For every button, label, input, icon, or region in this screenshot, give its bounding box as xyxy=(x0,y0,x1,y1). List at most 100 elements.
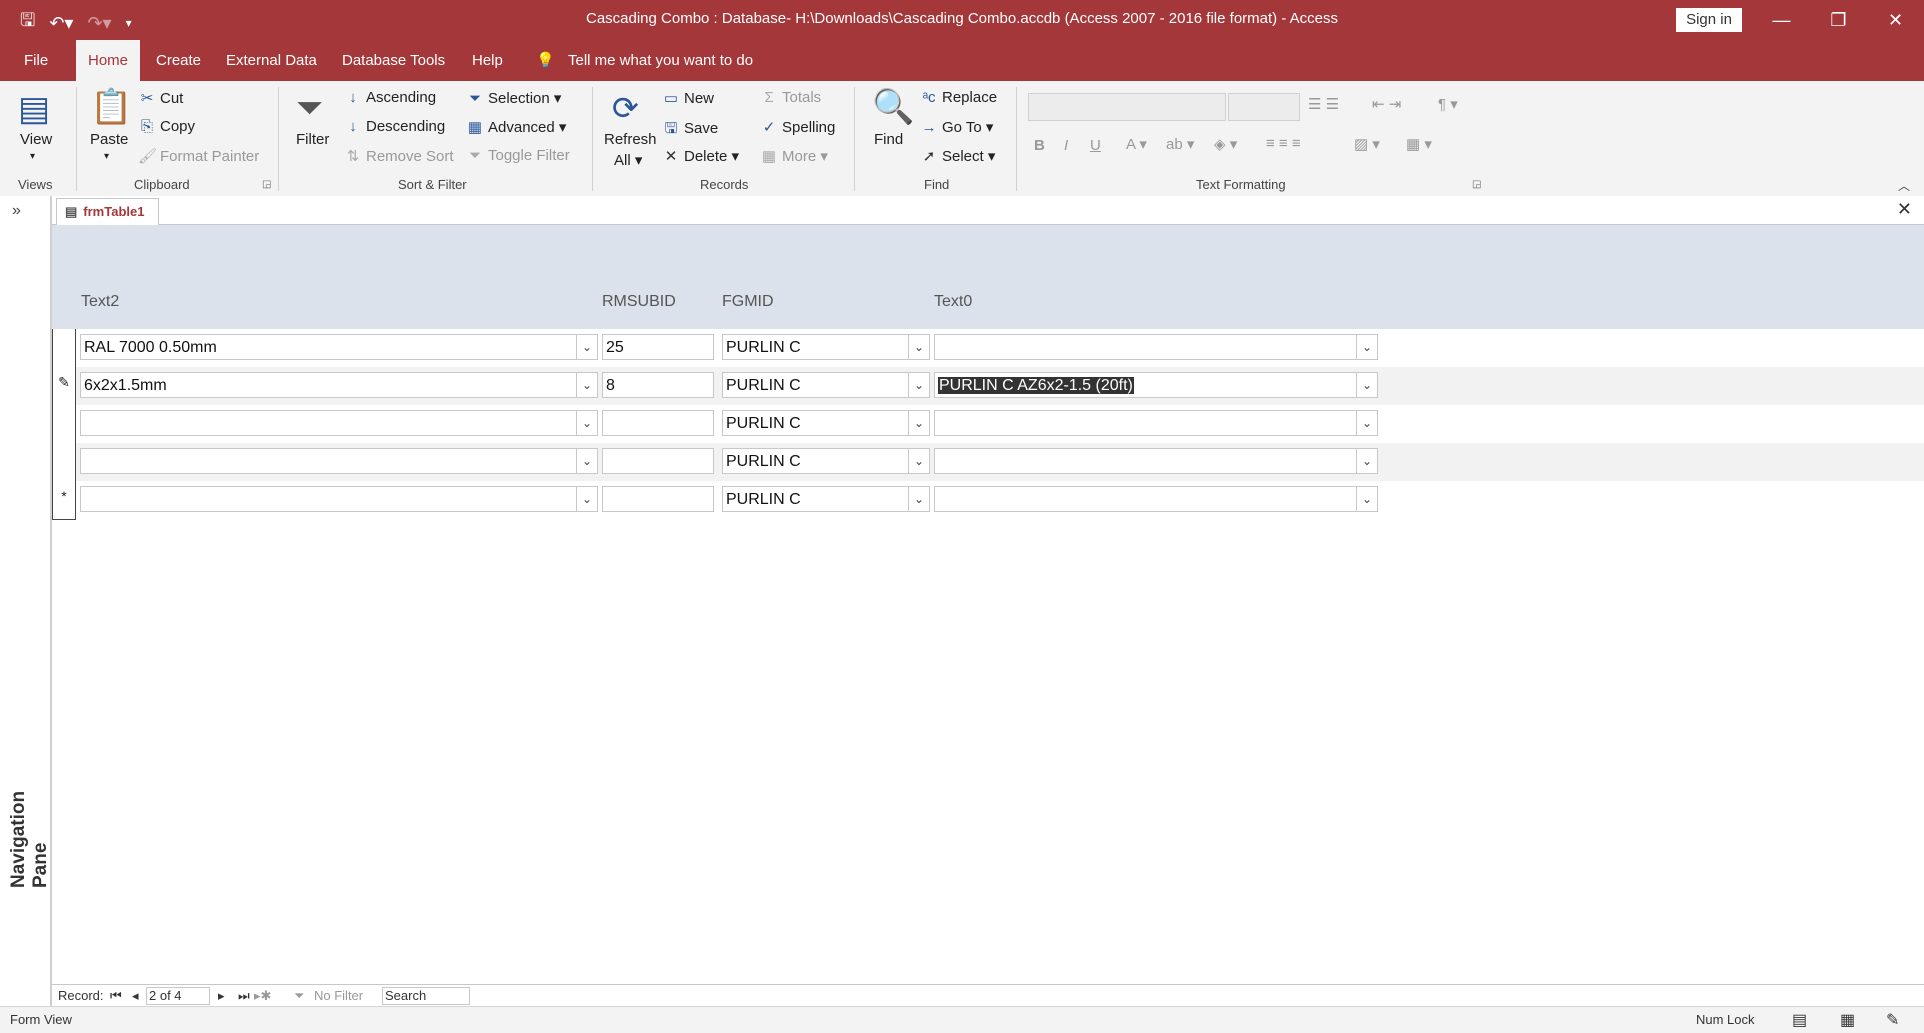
gridlines-icon[interactable]: ▦ ▾ xyxy=(1406,135,1432,153)
chevron-down-icon[interactable]: ⌄ xyxy=(908,373,929,397)
text0-combo[interactable]: ⌄ xyxy=(934,486,1378,512)
bold-icon[interactable]: B xyxy=(1034,137,1045,154)
descending-button[interactable]: ↓ Descending xyxy=(344,118,445,135)
italic-icon[interactable]: I xyxy=(1064,137,1068,154)
view-icon[interactable]: ▤ xyxy=(18,89,50,129)
indent-icon[interactable]: ⇤ ⇥ xyxy=(1372,95,1401,113)
underline-icon[interactable]: U xyxy=(1090,137,1101,154)
restore-icon[interactable]: ❐ xyxy=(1810,0,1867,40)
find-icon[interactable]: 🔍 xyxy=(872,87,914,127)
current-record-field[interactable]: 2 of 4 xyxy=(146,987,210,1005)
record-selector[interactable] xyxy=(52,443,76,482)
filter-button[interactable]: Filter xyxy=(296,131,329,148)
chevron-down-icon[interactable]: ⌄ xyxy=(576,449,597,473)
tab-external-data[interactable]: External Data xyxy=(226,40,317,81)
chevron-down-icon[interactable]: ⌄ xyxy=(1356,373,1377,397)
refresh-button[interactable]: Refresh xyxy=(604,131,657,148)
chevron-down-icon[interactable]: ⌄ xyxy=(908,411,929,435)
alt-row-color-icon[interactable]: ▨ ▾ xyxy=(1354,135,1380,153)
expand-nav-icon[interactable]: » xyxy=(12,202,21,220)
chevron-down-icon[interactable]: ⌄ xyxy=(1356,487,1377,511)
align-icons[interactable]: ≡ ≡ ≡ xyxy=(1266,135,1301,152)
chevron-down-icon[interactable]: ▾ xyxy=(30,151,35,162)
ascending-button[interactable]: ↓ Ascending xyxy=(344,89,436,106)
font-color-icon[interactable]: A ▾ xyxy=(1126,135,1147,153)
design-view-icon[interactable]: ✎ xyxy=(1886,1010,1899,1030)
filter-status[interactable]: No Filter xyxy=(314,988,363,1003)
close-document-icon[interactable]: ✕ xyxy=(1897,199,1912,220)
font-name-dropdown[interactable] xyxy=(1028,93,1226,121)
rmsubid-field[interactable] xyxy=(602,448,714,474)
find-button[interactable]: Find xyxy=(874,131,903,148)
goto-button[interactable]: → Go To ▾ xyxy=(920,118,994,136)
fgmid-combo[interactable]: PURLIN C ⌄ xyxy=(722,372,930,398)
cut-button[interactable]: ✂ Cut xyxy=(138,89,184,107)
first-record-icon[interactable]: ⏮ xyxy=(110,988,122,1004)
layout-view-icon[interactable]: ▦ xyxy=(1840,1010,1855,1030)
last-record-icon[interactable]: ⏭ xyxy=(238,988,250,1004)
more-button[interactable]: ▦ More ▾ xyxy=(760,147,828,165)
sign-in-button[interactable]: Sign in xyxy=(1676,8,1742,32)
font-size-dropdown[interactable] xyxy=(1228,93,1300,121)
fgmid-combo[interactable]: PURLIN C ⌄ xyxy=(722,486,930,512)
next-record-icon[interactable]: ▸ xyxy=(218,988,225,1004)
toggle-filter-button[interactable]: ⏷ Toggle Filter xyxy=(466,147,570,164)
rmsubid-field[interactable]: 25 xyxy=(602,334,714,360)
tab-help[interactable]: Help xyxy=(472,40,503,81)
search-input[interactable]: Search xyxy=(382,987,470,1005)
chevron-down-icon[interactable]: ⌄ xyxy=(576,373,597,397)
fill-color-icon[interactable]: ◈ ▾ xyxy=(1214,135,1237,153)
record-selector[interactable] xyxy=(52,329,76,368)
paste-button[interactable]: Paste xyxy=(90,131,128,148)
tab-home[interactable]: Home xyxy=(76,40,140,81)
new-record-button[interactable]: ▭ New xyxy=(662,89,714,107)
new-record-nav-icon[interactable]: ▸✱ xyxy=(254,988,271,1004)
tab-create[interactable]: Create xyxy=(156,40,201,81)
text2-combo[interactable]: ⌄ xyxy=(80,410,598,436)
rmsubid-field[interactable] xyxy=(602,486,714,512)
fgmid-combo[interactable]: PURLIN C ⌄ xyxy=(722,410,930,436)
view-button[interactable]: View xyxy=(20,131,52,148)
text0-combo[interactable]: ⌄ xyxy=(934,410,1378,436)
chevron-down-icon[interactable]: ⌄ xyxy=(1356,411,1377,435)
refresh-all-button[interactable]: All ▾ xyxy=(614,151,642,169)
format-painter-button[interactable]: 🖌 Format Painter xyxy=(138,147,259,165)
rmsubid-field[interactable]: 8 xyxy=(602,372,714,398)
minimize-icon[interactable]: — xyxy=(1753,0,1810,40)
selection-button[interactable]: ⏷ Selection ▾ xyxy=(466,89,561,107)
select-button[interactable]: ➚ Select ▾ xyxy=(920,147,996,165)
totals-button[interactable]: Σ Totals xyxy=(760,89,821,106)
delete-record-button[interactable]: ✕ Delete ▾ xyxy=(662,147,739,165)
spelling-button[interactable]: ✓ Spelling xyxy=(760,118,836,136)
remove-sort-button[interactable]: ⇅ Remove Sort xyxy=(344,147,454,165)
navigation-pane[interactable]: » Navigation Pane xyxy=(0,196,52,1006)
text2-combo[interactable]: ⌄ xyxy=(80,448,598,474)
text0-combo[interactable]: ⌄ xyxy=(934,334,1378,360)
tab-database-tools[interactable]: Database Tools xyxy=(342,40,445,81)
save-record-button[interactable]: 🖫 Save xyxy=(662,118,719,143)
fgmid-combo[interactable]: PURLIN C ⌄ xyxy=(722,448,930,474)
text0-combo[interactable]: ⌄ xyxy=(934,448,1378,474)
rmsubid-field[interactable] xyxy=(602,410,714,436)
text2-combo[interactable]: 6x2x1.5mm ⌄ xyxy=(80,372,598,398)
replace-button[interactable]: ᵃc Replace xyxy=(920,89,997,106)
text0-combo[interactable]: PURLIN C AZ6x2-1.5 (20ft) ⌄ xyxy=(934,372,1378,398)
chevron-down-icon[interactable]: ⌄ xyxy=(1356,335,1377,359)
advanced-button[interactable]: ▦ Advanced ▾ xyxy=(466,118,567,136)
record-selector[interactable]: ✎ xyxy=(52,367,76,406)
record-selector[interactable] xyxy=(52,405,76,444)
record-selector[interactable]: * xyxy=(52,481,76,520)
text2-combo[interactable]: RAL 7000 0.50mm ⌄ xyxy=(80,334,598,360)
chevron-down-icon[interactable]: ⌄ xyxy=(576,487,597,511)
chevron-down-icon[interactable]: ⌄ xyxy=(1356,449,1377,473)
chevron-down-icon[interactable]: ⌄ xyxy=(908,487,929,511)
copy-button[interactable]: ⎘ Copy xyxy=(138,118,195,135)
paragraph-direction-icon[interactable]: ¶ ▾ xyxy=(1438,95,1458,113)
chevron-down-icon[interactable]: ⌄ xyxy=(908,449,929,473)
text2-combo[interactable]: ⌄ xyxy=(80,486,598,512)
tab-file[interactable]: File xyxy=(24,40,48,81)
navigation-pane-label[interactable]: Navigation Pane xyxy=(8,748,52,888)
highlight-icon[interactable]: ab ▾ xyxy=(1166,135,1194,153)
filter-icon[interactable]: ⏷ xyxy=(296,89,323,128)
dialog-launcher-icon[interactable]: ◲ xyxy=(1472,179,1481,190)
